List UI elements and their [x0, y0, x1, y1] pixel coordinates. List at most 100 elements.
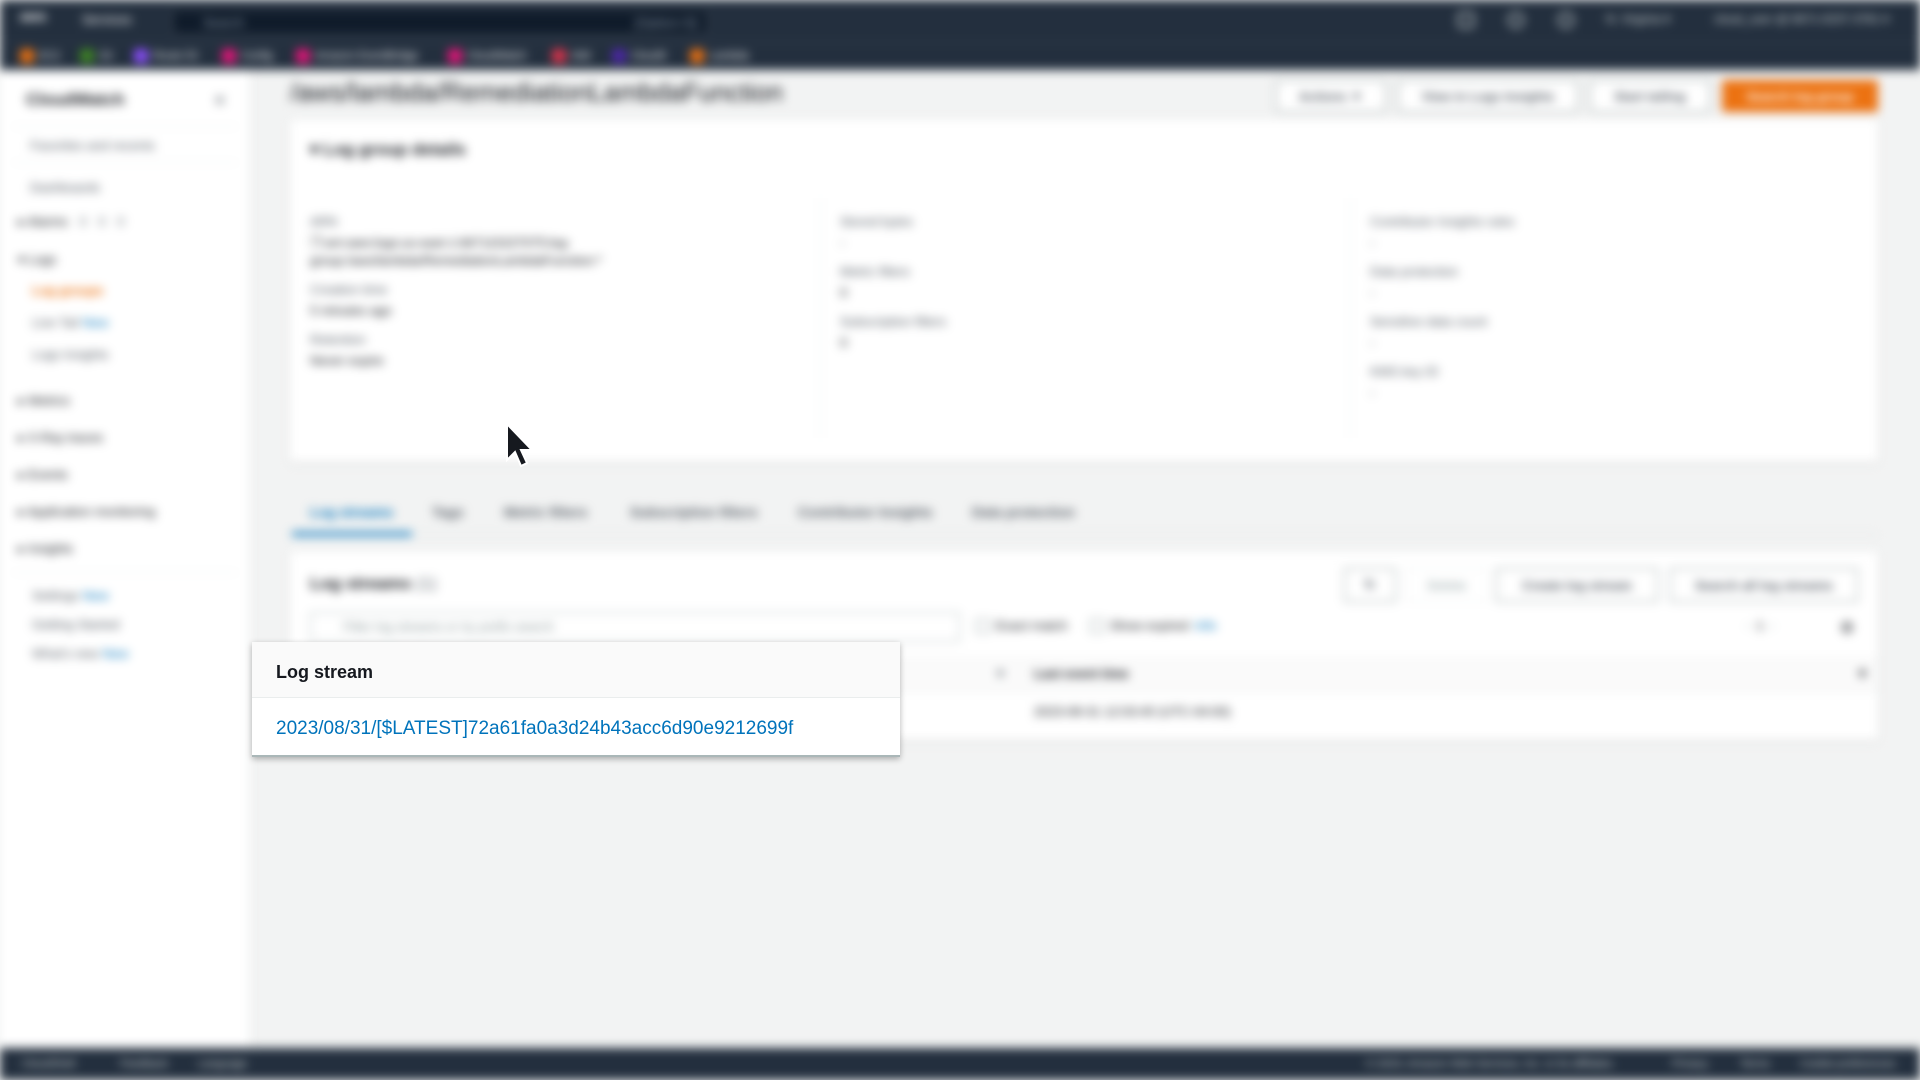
sidebar-item-insights[interactable]: ▸ Insights	[18, 541, 73, 557]
new-badge: New	[82, 315, 109, 330]
log-stream-heading: Log stream	[276, 662, 374, 682]
copyright-text: © 2023, Amazon Web Services, Inc. or its…	[1366, 1058, 1616, 1070]
top-navigation: aws Services Search [Option+S] N. Virgin…	[0, 0, 1920, 42]
sidebar-item-dashboards[interactable]: Dashboards	[30, 180, 100, 195]
sidebar-item-log-groups[interactable]: Log groups	[32, 283, 104, 298]
search-placeholder: Search	[203, 15, 245, 30]
global-search-input[interactable]: Search [Option+S]	[172, 9, 708, 35]
services-menu[interactable]: Services	[82, 12, 132, 27]
view-in-logs-insights-button[interactable]: View in Logs Insights	[1398, 80, 1578, 112]
aws-logo[interactable]: aws	[20, 8, 56, 32]
sidebar-item-logs-insights[interactable]: Logs Insights	[32, 347, 109, 362]
start-tailing-button[interactable]: Start tailing	[1590, 80, 1710, 112]
cloudshell-link[interactable]: CloudShell	[22, 1058, 75, 1070]
fav-cloudwatch[interactable]: CloudWatch	[448, 49, 527, 63]
s3-icon	[80, 49, 94, 63]
tab-metric-filters[interactable]: Metric filters	[504, 504, 587, 520]
fav-eventbridge[interactable]: Amazon EventBridge	[296, 49, 418, 63]
cloud9-icon	[612, 49, 626, 63]
sidebar-item-getting-started[interactable]: Getting Started	[32, 617, 119, 632]
sidebar-favorites-recents[interactable]: Favorites and recents	[30, 138, 155, 153]
tab-data-protection[interactable]: Data protection	[972, 504, 1075, 520]
fav-config[interactable]: Config	[222, 49, 273, 63]
last-event-time-cell: 2023-08-31 12:03:45 (UTC-04:00)	[1034, 704, 1231, 719]
log-stream-popup: Log stream 2023/08/31/[$LATEST]72a61fa0a…	[252, 642, 900, 757]
ec2-icon	[20, 49, 34, 63]
tab-subscription-filters[interactable]: Subscription filters	[630, 504, 758, 520]
copy-icon[interactable]: ❐	[310, 235, 325, 250]
fav-route53[interactable]: Route 53	[134, 49, 198, 63]
cloudwatch-icon	[448, 49, 462, 63]
lambda-icon	[690, 49, 704, 63]
blurred-console-background: aws Services Search [Option+S] N. Virgin…	[0, 0, 1920, 1080]
cloudshell-icon[interactable]	[1458, 12, 1474, 28]
tab-contributor-insights[interactable]: Contributor Insights	[798, 504, 933, 520]
actions-button[interactable]: Actions ▼	[1276, 80, 1386, 112]
arn-value: ❐ arn:aws:logs:us-east-1:667115227075:lo…	[310, 235, 571, 250]
details-column-1: ARN ❐ arn:aws:logs:us-east-1:66711522707…	[310, 200, 820, 368]
sidebar-item-live-tail[interactable]: Live Tail New	[32, 315, 108, 330]
refresh-button[interactable]: ↻	[1344, 568, 1396, 602]
cookie-preferences-link[interactable]: Cookie preferences	[1800, 1058, 1895, 1070]
language-link[interactable]: Language	[198, 1058, 247, 1070]
log-group-details-heading[interactable]: ▾ Log group details	[310, 140, 466, 160]
terms-link[interactable]: Terms	[1740, 1058, 1770, 1070]
iam-icon	[552, 49, 566, 63]
bell-icon[interactable]	[1508, 12, 1524, 28]
console-footer: CloudShell Feedback Language © 2023, Ama…	[0, 1048, 1920, 1080]
search-all-log-streams-button[interactable]: Search all log streams	[1670, 568, 1858, 602]
region-selector[interactable]: N. Virginia ▾	[1606, 12, 1671, 26]
log-stream-link[interactable]: 2023/08/31/[$LATEST]72a61fa0a3d24b43acc6…	[276, 718, 793, 740]
table-settings-gear-icon[interactable]: ⚙	[1840, 618, 1854, 638]
tab-log-streams[interactable]: Log streams	[310, 504, 393, 520]
refresh-icon: ↻	[1364, 577, 1376, 592]
pagination[interactable]: ‹ 1 ›	[1746, 618, 1774, 633]
config-icon	[222, 49, 236, 63]
sidebar-item-alarms[interactable]: ▸ Alarms 0 0 0	[18, 214, 124, 230]
sidebar-item-logs[interactable]: ▾ Logs	[18, 252, 56, 268]
tab-tags[interactable]: Tags	[432, 504, 464, 520]
alarm-count-insufficient: 0	[117, 214, 125, 229]
info-link[interactable]: Info	[1195, 618, 1217, 633]
sidebar-title: CloudWatch	[26, 90, 125, 109]
sidebar-item-xray[interactable]: ▸ X-Ray traces	[18, 430, 103, 446]
details-tabs: Log streams Tags Metric filters Subscrip…	[290, 490, 1878, 536]
fav-s3[interactable]: S3	[80, 49, 112, 63]
details-column-2: Stored bytes - Metric filters 0 Subscrip…	[840, 214, 947, 350]
exact-match-checkbox[interactable]: Exact match	[976, 618, 1068, 633]
eventbridge-icon	[296, 49, 310, 63]
gear-icon[interactable]	[1558, 12, 1574, 28]
create-log-stream-button[interactable]: Create log stream	[1496, 568, 1658, 602]
route53-icon	[134, 49, 148, 63]
page-title: /aws/lambda/RemediationLambdaFunction	[290, 77, 783, 107]
fav-iam[interactable]: IAM	[552, 49, 591, 63]
log-streams-filter-input[interactable]: Filter log streams or try prefix search	[310, 612, 960, 642]
sidebar-item-settings[interactable]: Settings New	[32, 588, 109, 603]
account-menu[interactable]: cloud_user @ 6671-0237-3781 ▾	[1714, 12, 1889, 26]
sidebar: CloudWatch × Favorites and recents Dashb…	[0, 70, 250, 1048]
log-stream-column-header: Log stream	[252, 642, 900, 698]
details-column-3: Contributor Insights rules - Data protec…	[1370, 214, 1515, 400]
search-shortcut: [Option+S]	[635, 15, 697, 30]
sidebar-item-app-monitoring[interactable]: ▸ Application monitoring	[18, 504, 155, 520]
log-group-details-panel: ▾ Log group details ARN ❐ arn:aws:logs:u…	[290, 120, 1878, 462]
alarm-count-alarm: 0	[79, 214, 87, 229]
delete-button[interactable]: Delete	[1406, 568, 1488, 602]
sidebar-item-events[interactable]: ▸ Events	[18, 467, 68, 483]
show-expired-checkbox[interactable]: Show expired Info	[1090, 618, 1216, 633]
column-last-event-time[interactable]: Last event time	[1034, 666, 1129, 681]
alarm-count-ok: 0	[98, 214, 106, 229]
fav-cloud9[interactable]: Cloud9	[612, 49, 666, 63]
feedback-link[interactable]: Feedback	[120, 1058, 168, 1070]
sidebar-item-whats-new[interactable]: What's new New	[32, 646, 128, 661]
close-icon[interactable]: ×	[214, 90, 226, 113]
sidebar-item-metrics[interactable]: ▸ Metrics	[18, 393, 70, 409]
fav-ec2[interactable]: EC2	[20, 49, 60, 63]
fav-lambda[interactable]: Lambda	[690, 49, 749, 63]
sort-icon[interactable]: ▼	[994, 666, 1007, 681]
sort-desc-icon[interactable]: ▼	[1856, 666, 1869, 681]
mouse-cursor-icon	[506, 422, 535, 468]
search-log-group-button[interactable]: Search log group	[1722, 80, 1878, 112]
active-tab-indicator	[292, 532, 412, 536]
privacy-link[interactable]: Privacy	[1672, 1058, 1708, 1070]
